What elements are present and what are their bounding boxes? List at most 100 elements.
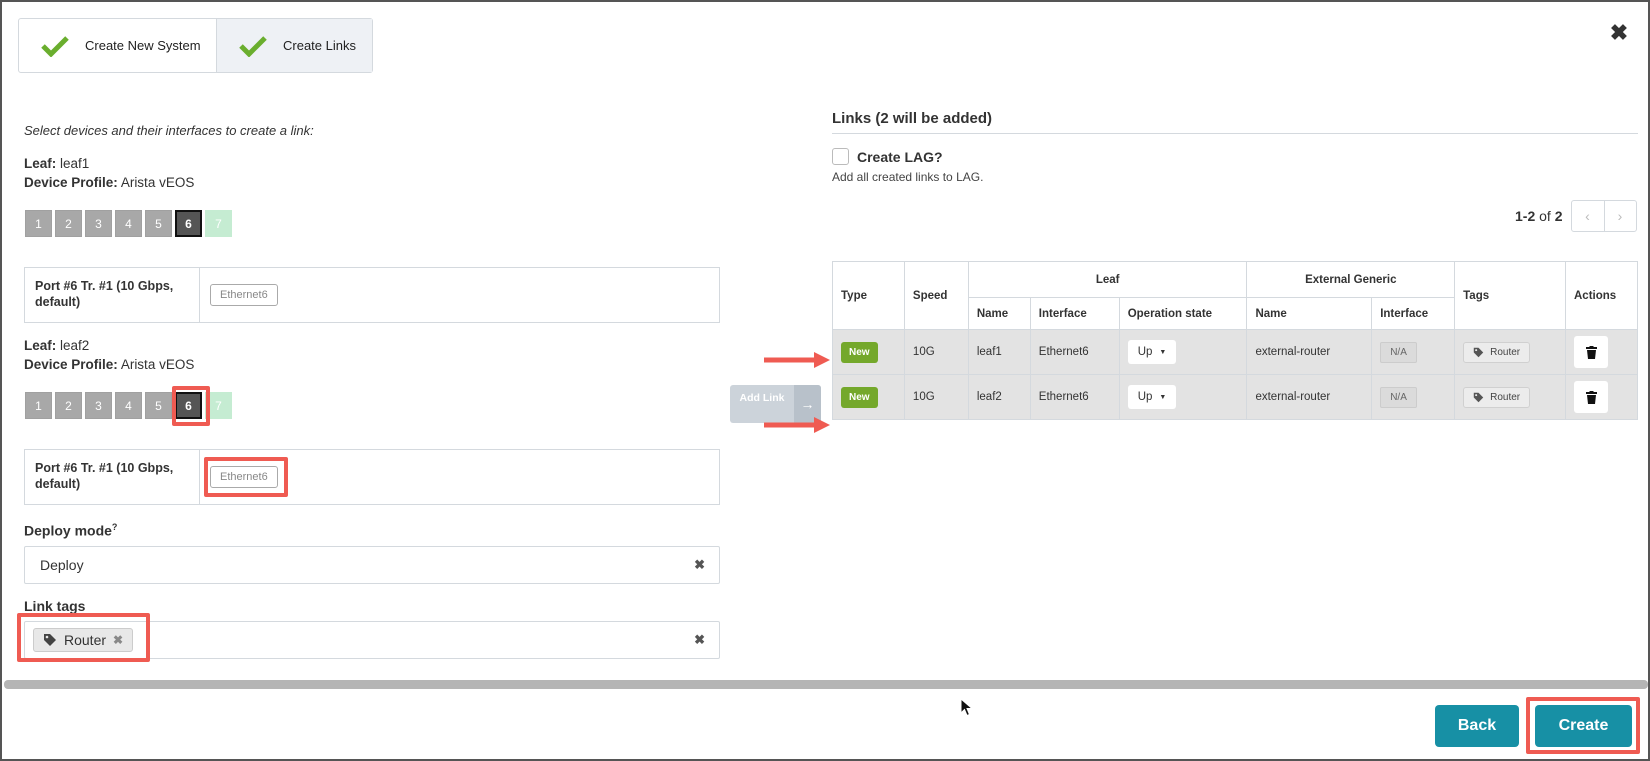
port-button[interactable]: 2: [55, 392, 82, 419]
step-create-new-system[interactable]: Create New System: [19, 19, 216, 72]
pager-buttons: ‹ ›: [1570, 200, 1637, 232]
annotation-arrow: [764, 352, 830, 368]
delete-button[interactable]: [1574, 381, 1608, 413]
port-row: Port #6 Tr. #1 (10 Gbps, default) Ethern…: [24, 267, 720, 323]
leaf-interface-cell: Ethernet6: [1029, 374, 1120, 420]
operation-state-value: Up: [1137, 346, 1153, 358]
highlight-box: [1526, 697, 1640, 754]
ext-name-cell: external-router: [1246, 329, 1373, 375]
port-row: Port #6 Tr. #1 (10 Gbps, default) Ethern…: [24, 449, 720, 505]
caret-down-icon: ▼: [1159, 348, 1167, 356]
port-button[interactable]: 4: [115, 392, 142, 419]
pagination-text: 1-2 of 2: [1515, 208, 1563, 224]
port-button[interactable]: 1: [25, 392, 52, 419]
port-button[interactable]: 7: [205, 210, 232, 237]
profile-value: Arista vEOS: [120, 175, 195, 190]
tag-label: Router: [1490, 391, 1521, 403]
create-lag-help: Add all created links to LAG.: [832, 170, 984, 184]
highlight-box: [204, 457, 288, 497]
port-button[interactable]: 3: [85, 210, 112, 237]
create-lag-label: Create LAG?: [857, 148, 943, 165]
close-icon[interactable]: ✖: [1608, 22, 1630, 44]
dialog: Create New System Create Links ✖ Select …: [0, 0, 1650, 761]
operation-state-select[interactable]: Up ▼: [1127, 385, 1177, 409]
profile-label: Device Profile:: [24, 357, 118, 372]
create-lag-checkbox[interactable]: [832, 148, 849, 165]
divider: [832, 133, 1638, 134]
deploy-mode-value: Deploy: [40, 557, 84, 573]
col-leaf-interface: Interface: [1029, 297, 1120, 330]
port-button-selected[interactable]: 6: [175, 210, 202, 237]
port-label: Port #6 Tr. #1 (10 Gbps, default): [25, 268, 200, 322]
col-group-leaf: Leaf: [967, 261, 1248, 298]
tag-chip: Router: [1463, 341, 1531, 363]
leaf-label: Leaf:: [24, 338, 57, 353]
col-actions: Actions: [1565, 261, 1638, 330]
port-button[interactable]: 5: [145, 392, 172, 419]
chevron-right-icon[interactable]: ›: [1603, 201, 1636, 231]
port-button[interactable]: 3: [85, 392, 112, 419]
col-leaf-name: Name: [967, 297, 1031, 330]
trash-icon: [1585, 390, 1597, 404]
pagination: 1-2 of 2 ‹ ›: [1515, 200, 1637, 232]
tag-label: Router: [1490, 346, 1521, 358]
col-group-external: External Generic: [1246, 261, 1456, 298]
trash-icon: [1585, 345, 1597, 359]
port-button[interactable]: 4: [115, 210, 142, 237]
port-button[interactable]: 5: [145, 210, 172, 237]
device-profile: Device Profile: Arista vEOS: [24, 175, 194, 190]
table-row: New 10G leaf2 Ethernet6 Up ▼ external-rou…: [832, 374, 1638, 420]
port-label: Port #6 Tr. #1 (10 Gbps, default): [25, 450, 200, 504]
leaf-name-cell: leaf1: [967, 329, 1031, 375]
check-icon: [41, 35, 69, 57]
tag-chip: Router: [1463, 386, 1531, 408]
links-title: Links (2 will be added): [832, 110, 993, 127]
mouse-cursor-icon: [960, 698, 974, 717]
leaf-name: Leaf: leaf1: [24, 156, 89, 171]
port-button[interactable]: 2: [55, 210, 82, 237]
speed-cell: 10G: [903, 329, 969, 375]
pagination-range: 1-2: [1515, 208, 1536, 224]
port-button[interactable]: 1: [25, 210, 52, 237]
step-create-links[interactable]: Create Links: [216, 19, 372, 72]
step-label: Create Links: [283, 38, 356, 53]
col-speed: Speed: [903, 261, 969, 330]
leaf-value: leaf2: [60, 338, 90, 353]
highlight-box: [172, 386, 210, 426]
delete-button[interactable]: [1574, 336, 1608, 368]
col-tags: Tags: [1454, 261, 1566, 330]
col-type: Type: [832, 261, 905, 330]
highlight-box: [17, 613, 150, 662]
ext-interface-chip: N/A: [1380, 387, 1417, 408]
horizontal-scrollbar[interactable]: [4, 680, 1648, 689]
pagination-total: 2: [1554, 208, 1563, 224]
leaf-name: Leaf: leaf2: [24, 338, 89, 353]
link-tags-label: Link tags: [24, 598, 86, 614]
interface-chip[interactable]: Ethernet6: [210, 284, 278, 306]
operation-state-select[interactable]: Up ▼: [1127, 340, 1177, 364]
clear-icon[interactable]: ✖: [694, 632, 705, 648]
step-label: Create New System: [85, 38, 201, 53]
col-operation-state: Operation state: [1118, 297, 1248, 330]
leaf-name-cell: leaf2: [967, 374, 1031, 420]
leaf-label: Leaf:: [24, 156, 57, 171]
new-badge: New: [841, 387, 878, 408]
leaf-value: leaf1: [60, 156, 90, 171]
back-button[interactable]: Back: [1435, 705, 1519, 747]
new-badge: New: [841, 342, 878, 363]
deploy-mode-text: Deploy mode: [24, 522, 112, 539]
create-lag[interactable]: Create LAG?: [832, 148, 943, 165]
chevron-left-icon[interactable]: ‹: [1572, 201, 1604, 231]
ext-name-cell: external-router: [1246, 374, 1373, 420]
help-icon[interactable]: ?: [112, 522, 118, 532]
clear-icon[interactable]: ✖: [694, 557, 705, 573]
intro-text: Select devices and their interfaces to c…: [24, 123, 314, 138]
links-table: Type Speed Leaf External Generic Tags Ac…: [832, 261, 1638, 420]
check-icon: [239, 35, 267, 57]
deploy-mode-select[interactable]: Deploy ✖: [24, 546, 720, 584]
ext-interface-chip: N/A: [1380, 342, 1417, 363]
deploy-mode-label: Deploy mode?: [24, 522, 117, 539]
table-row: New 10G leaf1 Ethernet6 Up ▼ external-rou…: [832, 329, 1638, 375]
leaf-interface-cell: Ethernet6: [1029, 329, 1120, 375]
operation-state-value: Up: [1137, 391, 1153, 403]
